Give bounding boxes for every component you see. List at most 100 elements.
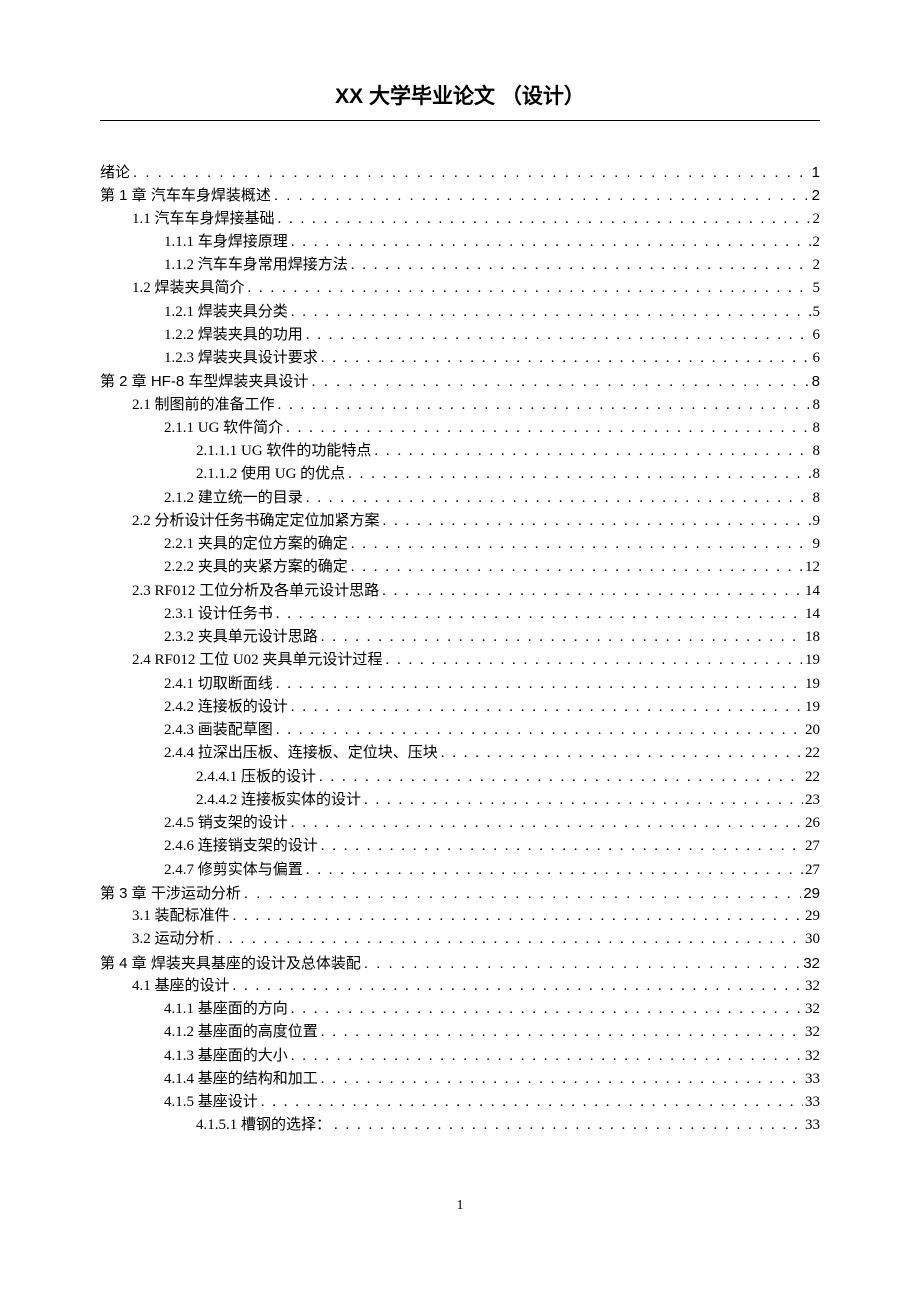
toc-entry: 4.1.5.1 槽钢的选择：33	[100, 1114, 820, 1137]
toc-page-number: 9	[811, 510, 821, 533]
toc-label: 2.4.2 连接板的设计	[164, 696, 288, 719]
toc-leader-dots	[288, 812, 803, 835]
toc-entry: 2.4.3 画装配草图20	[100, 719, 820, 742]
toc-page-number: 27	[803, 859, 820, 882]
toc-page-number: 19	[803, 673, 820, 696]
toc-leader-dots	[371, 440, 810, 463]
toc-label: 2.1 制图前的准备工作	[132, 394, 275, 417]
toc-page-number: 8	[811, 487, 821, 510]
toc-leader-dots	[288, 1045, 803, 1068]
toc-label: 2.4.4.1 压板的设计	[196, 766, 316, 789]
toc-label: 2.3.1 设计任务书	[164, 603, 273, 626]
toc-leader-dots	[379, 580, 803, 603]
toc-leader-dots	[230, 975, 803, 998]
toc-leader-dots	[271, 184, 810, 207]
toc-page-number: 8	[811, 394, 821, 417]
toc-label: 1.2.3 焊装夹具设计要求	[164, 347, 318, 370]
toc-label: 1.2 焊装夹具简介	[132, 277, 245, 300]
toc-label: 2.2.1 夹具的定位方案的确定	[164, 533, 348, 556]
toc-leader-dots	[303, 859, 803, 882]
toc-leader-dots	[308, 370, 809, 393]
toc-leader-dots	[318, 626, 803, 649]
toc-page-number: 22	[803, 742, 820, 765]
toc-leader-dots	[318, 1068, 803, 1091]
toc-label: 第 2 章 HF-8 车型焊装夹具设计	[100, 370, 308, 393]
toc-leader-dots	[303, 324, 811, 347]
toc-label: 2.1.1 UG 软件简介	[164, 417, 283, 440]
toc-leader-dots	[130, 161, 810, 184]
page-number: 1	[100, 1198, 820, 1214]
toc-leader-dots	[258, 1091, 803, 1114]
toc-leader-dots	[288, 696, 803, 719]
toc-entry: 4.1.4 基座的结构和加工33	[100, 1068, 820, 1091]
toc-page-number: 22	[803, 766, 820, 789]
toc-label: 4.1.5 基座设计	[164, 1091, 258, 1114]
toc-label: 第 4 章 焊装夹具基座的设计及总体装配	[100, 952, 361, 975]
toc-entry: 2.4 RF012 工位 U02 夹具单元设计过程19	[100, 649, 820, 672]
toc-leader-dots	[275, 394, 811, 417]
toc-leader-dots	[288, 301, 811, 324]
toc-entry: 第 4 章 焊装夹具基座的设计及总体装配 32	[100, 952, 820, 975]
toc-entry: 第 2 章 HF-8 车型焊装夹具设计 8	[100, 370, 820, 393]
toc-entry: 1.2.1 焊装夹具分类 5	[100, 301, 820, 324]
toc-page-number: 26	[803, 812, 820, 835]
toc-entry: 2.4.6 连接销支架的设计27	[100, 835, 820, 858]
toc-label: 1.1 汽车车身焊接基础	[132, 208, 275, 231]
toc-leader-dots	[241, 882, 801, 905]
toc-page-number: 32	[803, 975, 820, 998]
toc-leader-dots	[316, 766, 803, 789]
toc-leader-dots	[215, 928, 803, 951]
toc-entry: 1.2.3 焊装夹具设计要求6	[100, 347, 820, 370]
toc-label: 1.1.2 汽车车身常用焊接方法	[164, 254, 348, 277]
toc-label: 2.3 RF012 工位分析及各单元设计思路	[132, 580, 379, 603]
toc-page-number: 8	[811, 417, 821, 440]
page-header: XX 大学毕业论文 （设计）	[100, 80, 820, 121]
toc-label: 1.2.1 焊装夹具分类	[164, 301, 288, 324]
toc-page-number: 32	[803, 1045, 820, 1068]
toc-label: 2.4.7 修剪实体与偏置	[164, 859, 303, 882]
toc-page-number: 32	[801, 952, 820, 975]
toc-label: 2.4 RF012 工位 U02 夹具单元设计过程	[132, 649, 382, 672]
toc-label: 绪论	[100, 161, 130, 184]
toc-page-number: 8	[810, 370, 820, 393]
toc-label: 2.4.1 切取断面线	[164, 673, 273, 696]
toc-page-number: 18	[803, 626, 820, 649]
toc-leader-dots	[288, 231, 811, 254]
toc-page-number: 1	[810, 161, 820, 184]
toc-leader-dots	[348, 556, 803, 579]
toc-entry: 3.1 装配标准件29	[100, 905, 820, 928]
toc-label: 3.2 运动分析	[132, 928, 215, 951]
toc-entry: 4.1.2 基座面的高度位置32	[100, 1021, 820, 1044]
toc-entry: 3.2 运动分析30	[100, 928, 820, 951]
toc-label: 3.1 装配标准件	[132, 905, 230, 928]
toc-label: 2.1.1.1 UG 软件的功能特点	[196, 440, 371, 463]
toc-leader-dots	[245, 277, 811, 300]
toc-leader-dots	[318, 347, 811, 370]
toc-page-number: 5	[811, 301, 821, 324]
toc-entry: 2.1.1.1 UG 软件的功能特点8	[100, 440, 820, 463]
toc-leader-dots	[318, 1021, 803, 1044]
toc-leader-dots	[438, 742, 803, 765]
toc-label: 4.1.2 基座面的高度位置	[164, 1021, 318, 1044]
toc-page-number: 29	[801, 882, 820, 905]
toc-entry: 2.4.2 连接板的设计19	[100, 696, 820, 719]
toc-label: 2.4.6 连接销支架的设计	[164, 835, 318, 858]
toc-entry: 4.1 基座的设计32	[100, 975, 820, 998]
toc-label: 2.1.2 建立统一的目录	[164, 487, 303, 510]
toc-leader-dots	[348, 254, 811, 277]
toc-label: 第 1 章 汽车车身焊装概述	[100, 184, 271, 207]
toc-label: 2.4.5 销支架的设计	[164, 812, 288, 835]
toc-entry: 1.1 汽车车身焊接基础2	[100, 208, 820, 231]
toc-page-number: 20	[803, 719, 820, 742]
toc-entry: 绪论 1	[100, 161, 820, 184]
toc-entry: 4.1.3 基座面的大小32	[100, 1045, 820, 1068]
toc-leader-dots	[303, 487, 811, 510]
toc-entry: 1.2.2 焊装夹具的功用6	[100, 324, 820, 347]
toc-page-number: 33	[803, 1068, 820, 1091]
toc-entry: 4.1.5 基座设计33	[100, 1091, 820, 1114]
toc-label: 2.2 分析设计任务书确定定位加紧方案	[132, 510, 380, 533]
toc-entry: 2.4.5 销支架的设计 26	[100, 812, 820, 835]
toc-leader-dots	[275, 208, 811, 231]
toc-entry: 2.1.1 UG 软件简介 8	[100, 417, 820, 440]
toc-page-number: 9	[811, 533, 821, 556]
